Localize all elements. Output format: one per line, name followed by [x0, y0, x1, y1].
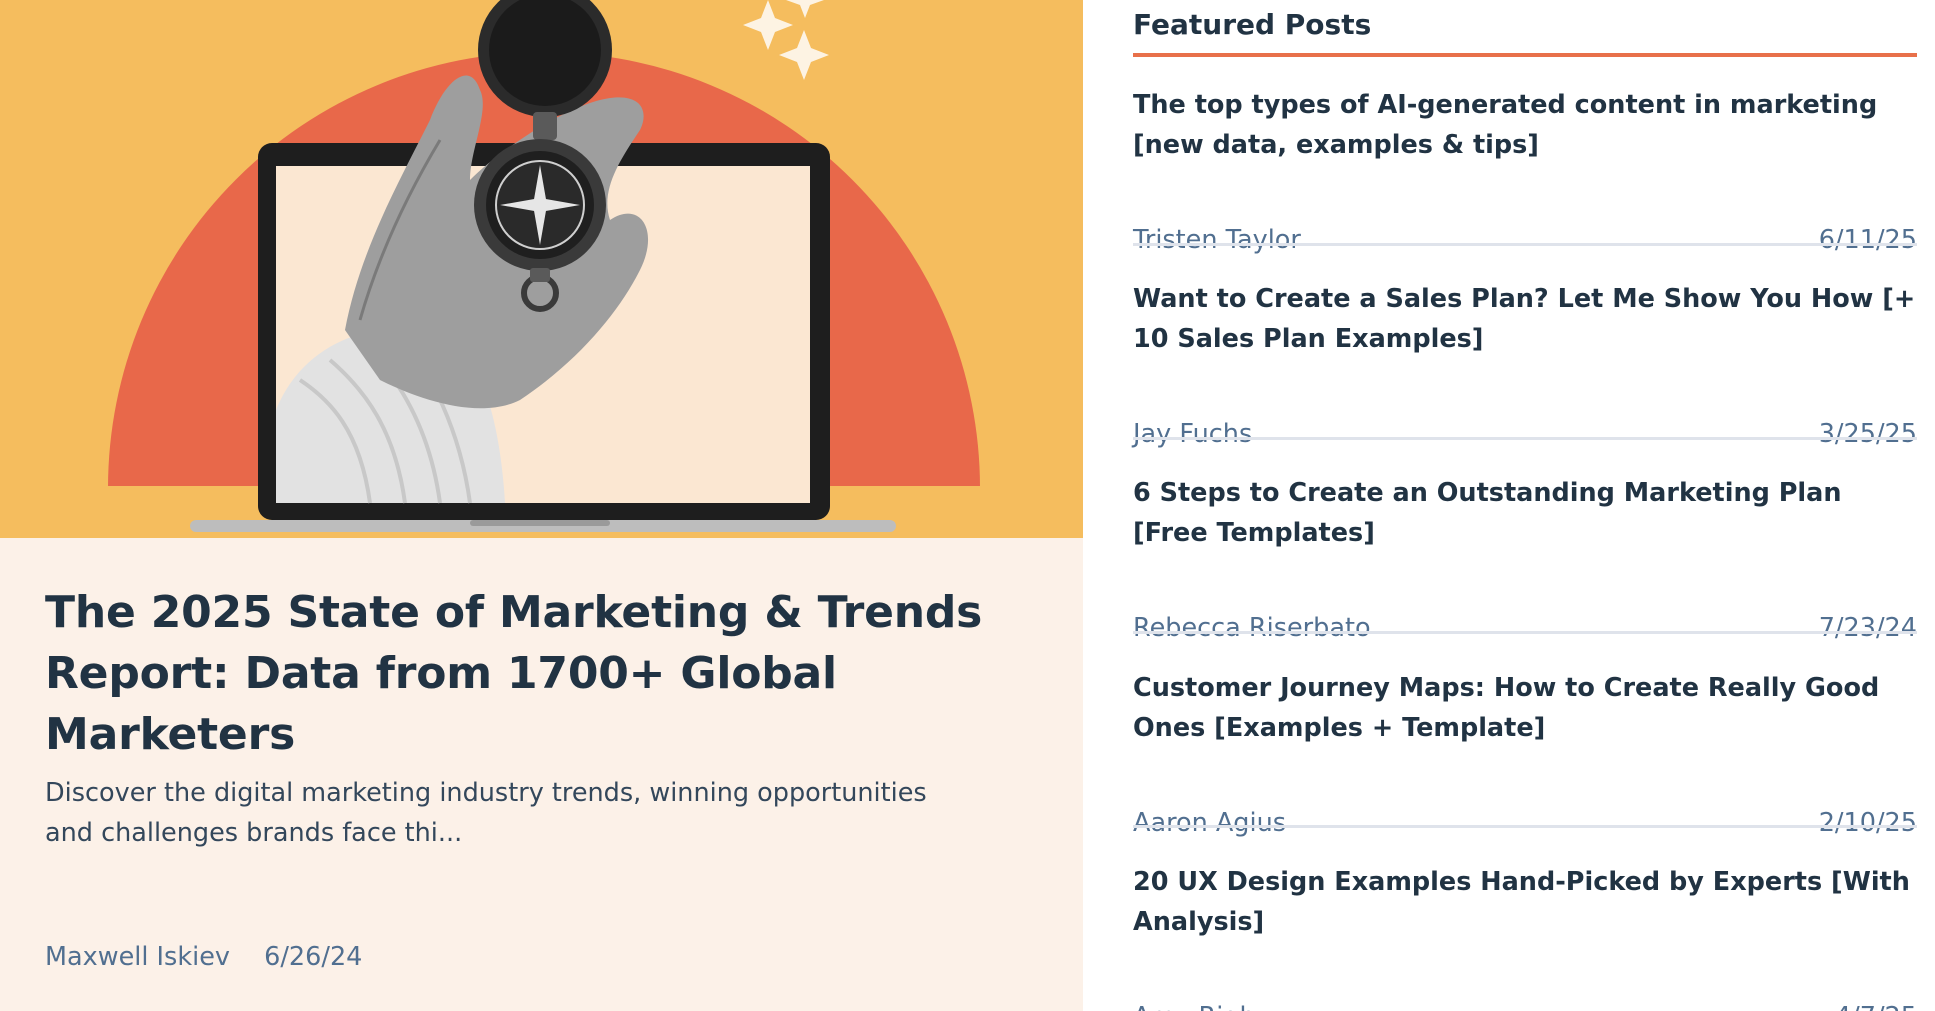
- featured-post-date: 4/7/25: [1835, 999, 1917, 1011]
- hero-post-author[interactable]: Maxwell Iskiev: [45, 939, 230, 975]
- featured-post-title[interactable]: The top types of AI-generated content in…: [1133, 85, 1917, 165]
- featured-post-item[interactable]: 6 Steps to Create an Outstanding Marketi…: [1133, 453, 1917, 647]
- featured-post-date: 2/10/25: [1818, 808, 1917, 838]
- featured-post-author[interactable]: Rebecca Riserbato: [1133, 610, 1371, 646]
- hero-post-date: 6/26/24: [264, 942, 363, 972]
- featured-post-date: 6/11/25: [1818, 225, 1917, 255]
- hero-post-title[interactable]: The 2025 State of Marketing & Trends Rep…: [45, 582, 1035, 765]
- featured-post-date: 7/23/24: [1818, 613, 1917, 643]
- featured-posts-heading: Featured Posts: [1133, 8, 1372, 41]
- featured-post-item[interactable]: 20 UX Design Examples Hand-Picked by Exp…: [1133, 842, 1917, 1011]
- hero-post-excerpt: Discover the digital marketing industry …: [45, 778, 927, 848]
- featured-post-divider: [1133, 437, 1917, 440]
- featured-post-divider: [1133, 243, 1917, 246]
- featured-heading-underline: [1133, 53, 1917, 57]
- featured-post-item[interactable]: The top types of AI-generated content in…: [1133, 65, 1917, 259]
- featured-post-title[interactable]: 20 UX Design Examples Hand-Picked by Exp…: [1133, 862, 1917, 942]
- featured-post-date: 3/25/25: [1818, 419, 1917, 449]
- featured-post-item[interactable]: Customer Journey Maps: How to Create Rea…: [1133, 648, 1917, 842]
- featured-post-author[interactable]: Amy Rigby: [1133, 999, 1271, 1011]
- hero-image[interactable]: [0, 0, 1083, 538]
- featured-post-divider: [1133, 825, 1917, 828]
- hero-post-card[interactable]: The 2025 State of Marketing & Trends Rep…: [0, 0, 1083, 1011]
- featured-post-author[interactable]: Jay Fuchs: [1133, 416, 1252, 452]
- featured-post-title[interactable]: Customer Journey Maps: How to Create Rea…: [1133, 668, 1917, 748]
- compass-laptop-illustration-icon: [0, 0, 1083, 538]
- featured-post-author[interactable]: Tristen Taylor: [1133, 222, 1301, 258]
- hero-post-meta: Maxwell Iskiev 6/26/24: [45, 939, 362, 975]
- featured-post-item[interactable]: Want to Create a Sales Plan? Let Me Show…: [1133, 259, 1917, 453]
- featured-post-title[interactable]: 6 Steps to Create an Outstanding Marketi…: [1133, 473, 1917, 553]
- featured-post-author[interactable]: Aaron Agius: [1133, 805, 1286, 841]
- blog-page: The 2025 State of Marketing & Trends Rep…: [0, 0, 1935, 1011]
- featured-post-title[interactable]: Want to Create a Sales Plan? Let Me Show…: [1133, 279, 1917, 359]
- featured-post-divider: [1133, 631, 1917, 634]
